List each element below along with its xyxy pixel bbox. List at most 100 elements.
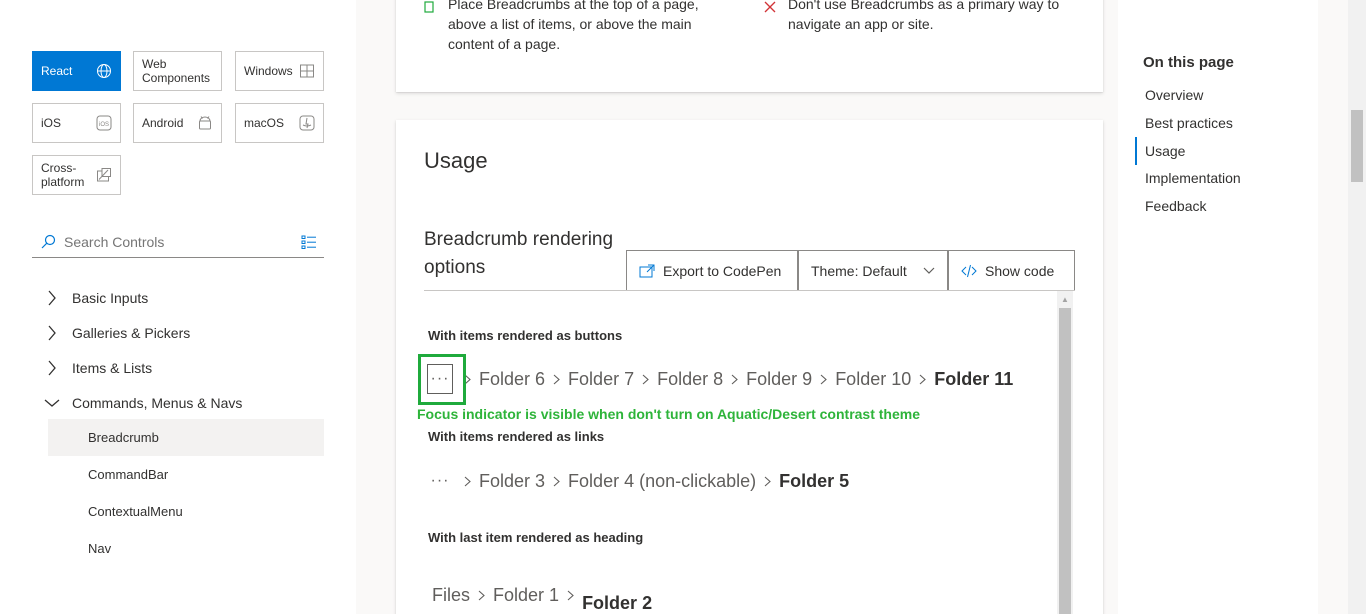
breadcrumb-current-item[interactable]: Folder 11 xyxy=(934,369,1013,390)
platform-react-button[interactable]: React xyxy=(32,51,121,91)
platform-macos-button[interactable]: macOS xyxy=(235,103,324,143)
chevron-right-icon xyxy=(919,374,927,385)
breadcrumb-item[interactable]: Folder 1 xyxy=(493,585,559,606)
focus-annotation-text: Focus indicator is visible when don't tu… xyxy=(417,406,920,422)
breadcrumb-heading-item: Folder 2 xyxy=(582,593,653,613)
nav-item-breadcrumb[interactable]: Breadcrumb xyxy=(48,419,324,456)
left-nav: React Web Components Windows iOS iOS And… xyxy=(0,0,356,614)
breadcrumb-current-item[interactable]: Folder 5 xyxy=(779,471,849,492)
on-this-page-panel: On this page Overview Best practices Usa… xyxy=(1118,0,1318,614)
category-galleries-pickers[interactable]: Galleries & Pickers xyxy=(32,315,324,350)
breadcrumb-item[interactable]: Folder 6 xyxy=(479,369,545,390)
section-label-buttons: With items rendered as buttons xyxy=(428,328,623,343)
show-code-label: Show code xyxy=(985,262,1055,279)
do-check-icon xyxy=(424,0,434,19)
chevron-down-icon xyxy=(923,267,935,275)
platform-label: Cross-platform xyxy=(41,161,85,189)
page-scrollbar-thumb[interactable] xyxy=(1351,110,1363,182)
category-label: Items & Lists xyxy=(72,359,153,376)
list-filter-icon[interactable] xyxy=(294,234,324,250)
chevron-right-icon xyxy=(553,374,560,385)
platform-windows-button[interactable]: Windows xyxy=(235,51,324,91)
platform-label: macOS xyxy=(244,116,285,130)
breadcrumb-item[interactable]: Files xyxy=(432,585,470,606)
category-commands-menus-navs[interactable]: Commands, Menus & Navs xyxy=(32,385,324,420)
chevron-right-icon xyxy=(731,374,738,385)
nav-item-contextualmenu[interactable]: ContextualMenu xyxy=(48,493,324,530)
search-box xyxy=(32,226,324,258)
category-label: Basic Inputs xyxy=(72,289,149,306)
do-text: Place Breadcrumbs at the top of a page, … xyxy=(448,0,699,52)
ios-icon: iOS xyxy=(96,115,112,131)
breadcrumb-item[interactable]: Folder 10 xyxy=(835,369,911,390)
chevron-right-icon xyxy=(642,374,649,385)
macos-icon xyxy=(299,115,315,131)
toc-item-overview[interactable]: Overview xyxy=(1135,81,1305,109)
code-icon xyxy=(961,264,977,278)
export-to-codepen-button[interactable]: Export to CodePen xyxy=(626,250,798,291)
platform-label: Web Components xyxy=(142,57,211,85)
section-label-links: With items rendered as links xyxy=(428,429,605,444)
page-scrollbar[interactable] xyxy=(1348,0,1366,614)
toc-item-usage[interactable]: Usage xyxy=(1135,137,1305,165)
export-label: Export to CodePen xyxy=(663,262,782,279)
category-label: Commands, Menus & Navs xyxy=(72,394,243,411)
category-basic-inputs[interactable]: Basic Inputs xyxy=(32,280,324,315)
usage-heading: Usage xyxy=(424,148,488,173)
nav-item-commandbar[interactable]: CommandBar xyxy=(48,456,324,493)
search-input[interactable] xyxy=(64,233,294,250)
chevron-right-icon xyxy=(764,476,771,487)
dont-x-icon xyxy=(764,0,776,18)
toc-item-best-practices[interactable]: Best practices xyxy=(1135,109,1305,137)
breadcrumb-link[interactable]: Folder 3 xyxy=(479,471,545,492)
chevron-right-icon xyxy=(553,476,560,487)
scrollbar-thumb[interactable] xyxy=(1059,308,1071,614)
nav-item-nav[interactable]: Nav xyxy=(48,530,324,567)
demo-scrollbar[interactable]: ▲ xyxy=(1057,291,1073,614)
platform-web-components-button[interactable]: Web Components xyxy=(133,51,222,91)
chevron-right-icon xyxy=(820,374,828,385)
nav-item-label: ContextualMenu xyxy=(88,504,183,519)
best-practices-card: Place Breadcrumbs at the top of a page, … xyxy=(396,0,1103,92)
android-icon xyxy=(197,115,213,131)
svg-text:iOS: iOS xyxy=(99,122,109,128)
nav-item-label: Nav xyxy=(88,541,112,556)
chevron-down-icon xyxy=(32,398,72,408)
category-items-lists[interactable]: Items & Lists xyxy=(32,350,324,385)
platform-cross-platform-button[interactable]: Cross-platform xyxy=(32,155,121,195)
platform-label: Windows xyxy=(244,64,293,78)
category-label: Galleries & Pickers xyxy=(72,324,191,341)
platform-label: React xyxy=(41,64,73,78)
toc-title: On this page xyxy=(1143,54,1234,71)
globe-icon xyxy=(96,63,112,79)
search-icon xyxy=(32,234,64,250)
chevron-right-icon xyxy=(567,590,574,601)
breadcrumb-item[interactable]: Folder 9 xyxy=(746,369,812,390)
windows-icon xyxy=(299,63,315,79)
breadcrumb-item[interactable]: Folder 7 xyxy=(568,369,634,390)
focus-highlight-box xyxy=(418,354,466,405)
scroll-up-arrow-icon[interactable]: ▲ xyxy=(1057,291,1073,307)
dont-text: Don't use Breadcrumbs as a primary way t… xyxy=(788,0,1060,32)
example-demo-area: With items rendered as buttons ··· Folde… xyxy=(424,291,1073,614)
platform-ios-button[interactable]: iOS iOS xyxy=(32,103,121,143)
nav-item-label: Breadcrumb xyxy=(88,430,159,445)
platform-android-button[interactable]: Android xyxy=(133,103,222,143)
show-code-button[interactable]: Show code xyxy=(948,250,1075,291)
platform-label: iOS xyxy=(41,116,62,130)
toc-item-implementation[interactable]: Implementation xyxy=(1135,164,1305,192)
chevron-right-icon xyxy=(478,590,485,601)
theme-label: Theme: Default xyxy=(811,262,907,279)
section-label-heading: With last item rendered as heading xyxy=(428,530,644,545)
cross-platform-icon xyxy=(96,167,112,183)
example-title: Breadcrumb rendering options xyxy=(424,229,614,278)
nav-item-label: CommandBar xyxy=(88,467,169,482)
breadcrumb-buttons: ··· Folder 6 Folder 7 Folder 8 Folder 9 … xyxy=(424,361,1013,397)
overflow-button[interactable]: ··· xyxy=(424,463,456,499)
export-icon xyxy=(639,264,655,278)
breadcrumb-item[interactable]: Folder 8 xyxy=(657,369,723,390)
toc-item-feedback[interactable]: Feedback xyxy=(1135,192,1305,220)
breadcrumb-heading: Files Folder 1 Folder 2 xyxy=(432,585,652,613)
theme-dropdown[interactable]: Theme: Default xyxy=(798,250,948,291)
chevron-right-icon xyxy=(464,476,471,487)
